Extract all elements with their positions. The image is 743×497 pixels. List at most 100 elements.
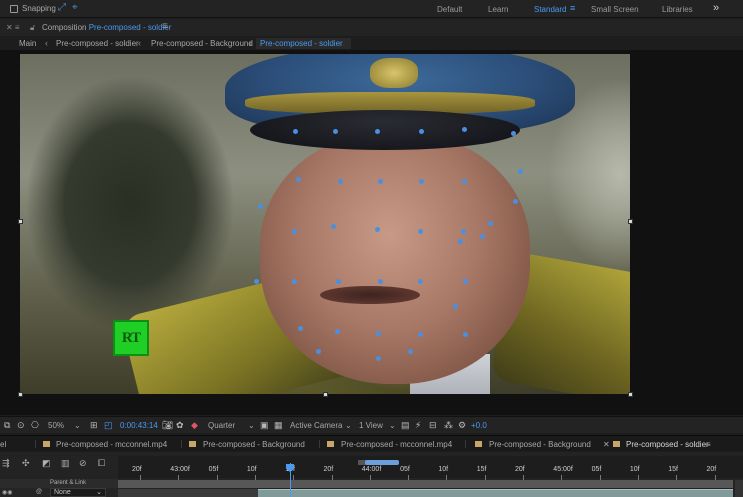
tab-mcconnel[interactable]: Pre-composed - mcconnel.mp4 xyxy=(56,440,167,449)
tracker-point[interactable] xyxy=(461,126,467,132)
transform-handle[interactable] xyxy=(627,218,633,224)
snapping-toggle[interactable]: Snapping xyxy=(10,4,56,13)
region-icon[interactable]: ▣ xyxy=(260,420,269,430)
region-of-interest-icon[interactable]: ⧉ xyxy=(4,420,10,430)
exposure-icon[interactable]: ⚙︎ xyxy=(458,420,466,430)
mask-icon[interactable]: ⊙ xyxy=(17,420,25,430)
toggle-transparency-icon[interactable]: ▦ xyxy=(274,420,283,430)
tracker-point[interactable] xyxy=(291,278,297,284)
snapping-checkbox[interactable] xyxy=(10,4,18,13)
tracker-point[interactable] xyxy=(417,228,423,234)
crumb-background[interactable]: Pre-composed - Background xyxy=(151,39,253,48)
snap-target-icon[interactable]: ⌖ xyxy=(72,3,78,13)
view-layout-select[interactable]: 1 View xyxy=(359,421,383,430)
composition-viewer[interactable]: RT xyxy=(0,51,743,415)
tab-background-2[interactable]: Pre-composed - Background xyxy=(489,440,591,449)
transform-handle[interactable] xyxy=(322,391,328,397)
tracker-point[interactable] xyxy=(462,278,468,284)
transform-handle[interactable] xyxy=(17,391,23,397)
tracker-point[interactable] xyxy=(452,303,458,309)
tracker-point[interactable] xyxy=(292,128,298,134)
close-panel-icon[interactable]: ✕ ≡ xyxy=(6,23,20,32)
tracker-point[interactable] xyxy=(487,220,493,226)
snapshot-icon[interactable]: 📷︎ xyxy=(162,420,173,430)
tracker-point[interactable] xyxy=(418,128,424,134)
tracker-point[interactable] xyxy=(295,176,301,182)
tab-background[interactable]: Pre-composed - Background xyxy=(203,440,305,449)
tab-soldier[interactable]: Pre-composed - soldier xyxy=(626,440,709,449)
tracker-point[interactable] xyxy=(457,238,463,244)
crumb-main[interactable]: Main xyxy=(19,39,36,48)
workspace-learn[interactable]: Learn xyxy=(488,5,508,14)
tracker-point[interactable] xyxy=(512,198,518,204)
video-frame[interactable]: RT xyxy=(20,54,630,394)
guides-icon[interactable]: ⎔ xyxy=(31,420,39,430)
camera-select[interactable]: Active Camera xyxy=(290,421,342,430)
tab-mcconnel-2[interactable]: Pre-composed - mcconnel.mp4 xyxy=(341,440,452,449)
frame-blend-icon[interactable]: ▥ xyxy=(61,458,70,468)
tracker-point[interactable] xyxy=(461,178,467,184)
tracker-point[interactable] xyxy=(517,168,523,174)
resolution-select[interactable]: Quarter xyxy=(208,421,235,430)
tracker-point[interactable] xyxy=(375,355,381,361)
channel-icon[interactable]: ◆ xyxy=(191,420,198,430)
timecode[interactable]: 0:00:43:14 xyxy=(120,421,158,430)
chevron-down-icon[interactable]: ⌄ xyxy=(389,421,396,430)
tracker-point[interactable] xyxy=(407,348,413,354)
chevron-down-icon[interactable]: ⌄ xyxy=(248,421,255,430)
exposure-value[interactable]: +0.0 xyxy=(471,421,487,430)
pixel-aspect-icon[interactable]: ▤ xyxy=(401,420,410,430)
close-tab-icon[interactable]: ✕ xyxy=(603,440,610,449)
timeline-scrollbar[interactable] xyxy=(735,480,743,497)
workspace-default[interactable]: Default xyxy=(437,5,462,14)
tab-menu-icon[interactable]: ≡ xyxy=(706,440,711,449)
tracker-point[interactable] xyxy=(291,228,297,234)
show-snapshot-icon[interactable]: ✿ xyxy=(176,420,184,430)
tracker-point[interactable] xyxy=(418,178,424,184)
zoom-select[interactable]: 50% xyxy=(48,421,64,430)
draft-3d-icon[interactable]: ✣ xyxy=(22,458,30,468)
tracker-point[interactable] xyxy=(462,331,468,337)
tracker-point[interactable] xyxy=(479,233,485,239)
visibility-icon[interactable]: ◉◉ xyxy=(2,489,12,496)
tracker-point[interactable] xyxy=(375,330,381,336)
fit-icon[interactable]: ⊞ xyxy=(90,420,98,430)
more-workspaces-icon[interactable]: » xyxy=(713,2,719,14)
transform-handle[interactable] xyxy=(17,218,23,224)
tracker-point[interactable] xyxy=(460,228,466,234)
graph-editor-icon[interactable]: ⧠ xyxy=(98,458,105,468)
tracker-point[interactable] xyxy=(510,130,516,136)
time-ruler[interactable]: 20f 43:00f 05f 10f 15f 20f 44:00f 05f 10f 15f 20f 4… xyxy=(118,456,743,480)
tracker-point[interactable] xyxy=(253,278,259,284)
tracker-point[interactable] xyxy=(377,178,383,184)
snap-magnet-icon[interactable]: ⤢ xyxy=(58,3,66,13)
parent-select[interactable]: None ⌄ xyxy=(50,488,106,497)
tracker-point[interactable] xyxy=(374,226,380,232)
tracker-point[interactable] xyxy=(417,331,423,337)
chevron-down-icon[interactable]: ⌄ xyxy=(74,421,81,430)
tracker-point[interactable] xyxy=(374,128,380,134)
tracker-point[interactable] xyxy=(337,178,343,184)
timeline-icon[interactable]: ⊟ xyxy=(429,420,437,430)
tracker-point[interactable] xyxy=(334,328,340,334)
workspace-libraries[interactable]: Libraries xyxy=(662,5,693,14)
transform-handle[interactable] xyxy=(627,391,633,397)
tracker-point[interactable] xyxy=(297,325,303,331)
crumb-soldier-active[interactable]: Pre-composed - soldier xyxy=(256,38,351,49)
chevron-down-icon[interactable]: ⌄ xyxy=(345,421,352,430)
search-layer-icon[interactable]: ⇶ xyxy=(2,458,10,468)
layer-row[interactable]: ◉◉ @ None ⌄ xyxy=(0,488,118,497)
tracker-point[interactable] xyxy=(332,128,338,134)
layer-clip[interactable] xyxy=(258,489,733,497)
tracker-point[interactable] xyxy=(417,278,423,284)
time-navigator[interactable] xyxy=(365,460,399,465)
workspace-menu-icon[interactable]: ≡ xyxy=(570,3,575,13)
lock-icon[interactable]: 🔓︎ xyxy=(30,23,35,33)
flowchart-icon[interactable]: ⁂ xyxy=(444,420,453,430)
crumb-soldier[interactable]: Pre-composed - soldier xyxy=(56,39,139,48)
tracker-point[interactable] xyxy=(315,348,321,354)
tracker-point[interactable] xyxy=(330,223,336,229)
workspace-standard[interactable]: Standard xyxy=(534,5,566,14)
panel-menu-icon[interactable]: ≡ xyxy=(162,21,168,32)
tab-partial[interactable]: el xyxy=(0,440,6,449)
